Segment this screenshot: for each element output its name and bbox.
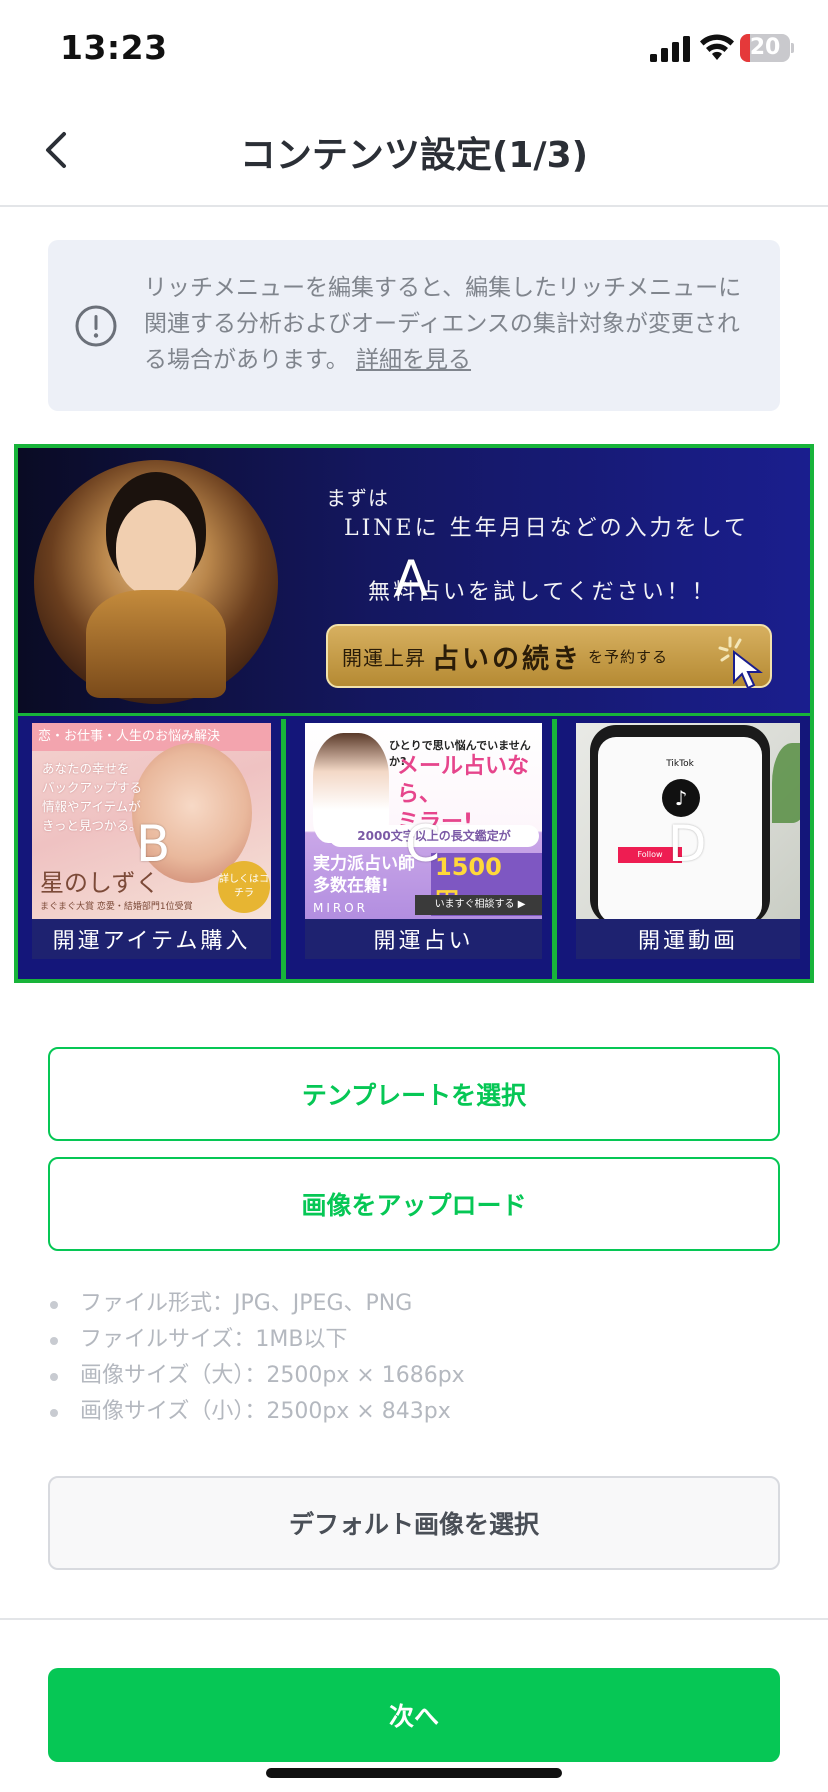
- tiktok-logo-icon: ♪: [662, 779, 700, 817]
- lucky-item-banner-image: 恋・お仕事・人生のお悩み解決 あなたの幸せを バックアップする 情報やアイテムが…: [32, 723, 271, 919]
- banner-b-award: まぐまぐ大賞 恋愛・結婚部門1位受賞: [40, 902, 193, 912]
- banner-b-copy-line: あなたの幸せを: [42, 761, 130, 776]
- mail-fortune-banner-image: ひとりで思い悩んでいませんか? メール占いなら、 ミラー! 2000文字以上の長…: [305, 723, 542, 919]
- rich-menu-preview: まずは LINEに 生年月日などの入力をして 無料占いを試してください！！ 開運…: [14, 444, 814, 983]
- area-d-label-bar: 開運動画: [576, 919, 800, 959]
- banner-b-brand: 星のしずく: [40, 869, 160, 897]
- rich-menu-area-d[interactable]: TikTok ♪ Follow 開運動画 D: [562, 719, 810, 979]
- area-a-cta-prefix: 開運上昇: [342, 645, 426, 670]
- banner-c-headline-line: メール占いなら、: [397, 754, 530, 807]
- file-spec-list: ファイル形式：JPG、JPEG、PNG ファイルサイズ：1MB以下 画像サイズ（…: [48, 1286, 788, 1430]
- banner-b-copy-line: バックアップする: [42, 780, 143, 795]
- info-notice: リッチメニューを編集すると、編集したリッチメニューに関連する分析およびオーディエ…: [48, 240, 780, 411]
- battery-tip: [791, 43, 794, 53]
- banner-c-big-text-line: 多数在籍!: [313, 876, 389, 896]
- footer-divider: [0, 1618, 828, 1620]
- exclamation-circle-icon: [75, 305, 117, 347]
- area-c-label-bar: 開運占い: [305, 919, 542, 959]
- spec-file-size: ファイルサイズ：1MB以下: [48, 1322, 788, 1358]
- status-time: 13:23: [60, 28, 168, 67]
- tiktok-follow-label: Follow: [618, 847, 682, 863]
- fortune-teller-portrait-image: [34, 460, 278, 704]
- banner-b-top-text: 恋・お仕事・人生のお悩み解決: [32, 723, 271, 751]
- area-c-label: 開運占い: [373, 929, 474, 954]
- area-a-line-2: LINEに 生年月日などの入力をして: [344, 516, 749, 541]
- tiktok-phone-image: TikTok ♪ Follow: [576, 723, 800, 919]
- cursor-click-icon: [718, 636, 763, 690]
- banner-c-cta: いますぐ相談する ▶: [415, 895, 542, 915]
- page-title: コンテンツ設定(1/3): [239, 135, 589, 176]
- upload-image-button[interactable]: 画像をアップロード: [48, 1157, 780, 1251]
- banner-b-copy-line: きっと見つかる。: [42, 818, 142, 833]
- rich-menu-area-c[interactable]: ひとりで思い悩んでいませんか? メール占いなら、 ミラー! 2000文字以上の長…: [291, 719, 557, 979]
- banner-c-pill: 2000文字以上の長文鑑定が: [329, 825, 539, 847]
- plant-image: [772, 743, 800, 823]
- status-bar: 13:23 20: [0, 0, 828, 100]
- spec-file-format: ファイル形式：JPG、JPEG、PNG: [48, 1286, 788, 1322]
- rich-menu-area-a[interactable]: まずは LINEに 生年月日などの入力をして 無料占いを試してください！！ 開運…: [18, 448, 810, 716]
- banner-b-copy-line: 情報やアイテムが: [42, 799, 141, 814]
- details-link[interactable]: 詳細を見る: [356, 347, 471, 373]
- phone-screen: TikTok ♪ Follow: [598, 737, 762, 919]
- cellular-signal-icon: [650, 36, 690, 62]
- next-button[interactable]: 次へ: [48, 1668, 780, 1762]
- area-b-label: 開運アイテム購入: [52, 929, 251, 954]
- banner-b-badge: 詳しくはコチラ: [218, 861, 270, 913]
- area-a-reserve-banner: 開運上昇 占いの続き を予約する: [326, 624, 772, 688]
- area-a-line-1: まずは: [326, 486, 389, 510]
- area-a-cta-main: 占いの続き: [432, 643, 582, 675]
- banner-b-copy: あなたの幸せを バックアップする 情報やアイテムが きっと見つかる。: [42, 759, 142, 835]
- tiktok-screen-title: TikTok: [666, 759, 694, 769]
- area-a-cta-suffix: を予約する: [588, 647, 669, 666]
- area-a-line-3: 無料占いを試してください！！: [368, 580, 717, 605]
- notice-text: リッチメニューを編集すると、編集したリッチメニューに関連する分析およびオーディエ…: [144, 270, 760, 378]
- area-d-label: 開運動画: [637, 929, 738, 954]
- rich-menu-area-b[interactable]: 恋・お仕事・人生のお悩み解決 あなたの幸せを バックアップする 情報やアイテムが…: [18, 719, 286, 979]
- banner-c-big-text-line: 実力派占い師: [313, 854, 415, 874]
- wifi-icon: [700, 34, 734, 60]
- battery-icon: 20: [740, 34, 794, 62]
- home-indicator: [266, 1768, 562, 1778]
- select-template-button[interactable]: テンプレートを選択: [48, 1047, 780, 1141]
- battery-percentage: 20: [749, 35, 781, 60]
- banner-c-big-text: 実力派占い師 多数在籍!: [313, 853, 415, 897]
- battery-body: 20: [740, 34, 790, 62]
- banner-c-brand: MIROR: [313, 901, 369, 915]
- spec-image-size-small: 画像サイズ（小）：2500px × 843px: [48, 1394, 788, 1430]
- select-default-image-button[interactable]: デフォルト画像を選択: [48, 1476, 780, 1570]
- area-b-label-bar: 開運アイテム購入: [32, 919, 271, 959]
- spec-image-size-large: 画像サイズ（大）：2500px × 1686px: [48, 1358, 788, 1394]
- navigation-header: コンテンツ設定(1/3): [0, 100, 828, 207]
